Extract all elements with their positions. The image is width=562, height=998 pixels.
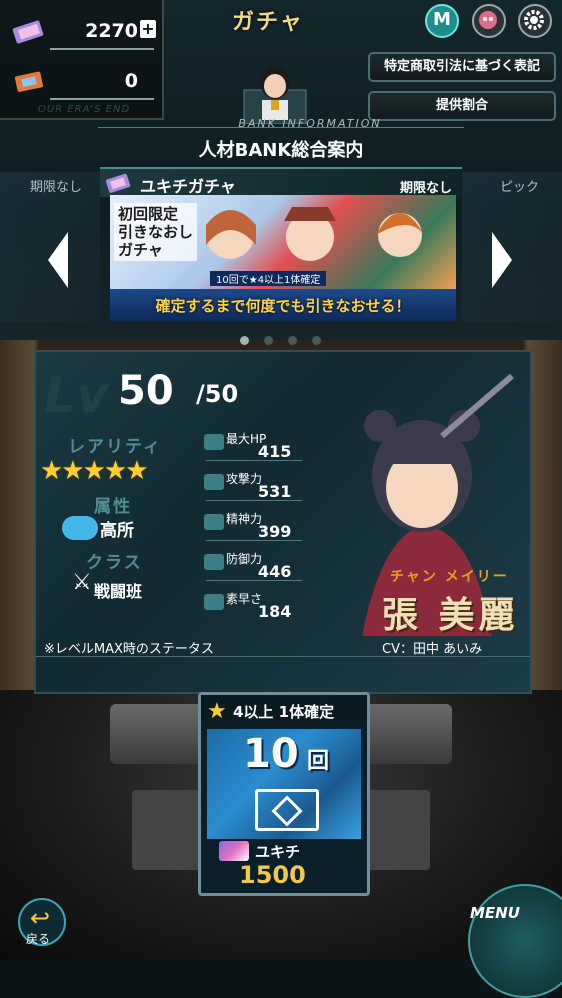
gacha-banner[interactable]: ユキチガチャ 期限なし 初回限定 引きなおし ガチャ 10回で★4以上1体確定 … xyxy=(100,167,462,325)
class-label: クラス xyxy=(86,553,143,573)
cloud-icon xyxy=(62,516,98,540)
stat-value: 399 xyxy=(258,522,292,541)
currency-footer: OUR ERA'S END xyxy=(38,104,131,115)
yukichi-gem-icon xyxy=(219,841,249,861)
stat-value: 415 xyxy=(258,442,292,461)
paid-gem-icon xyxy=(12,20,44,44)
carousel-prev-arrow-icon[interactable] xyxy=(48,232,68,288)
banner-limit: 期限なし xyxy=(399,181,452,196)
stat-label: 防御力 xyxy=(226,552,263,566)
back-label: 戻る xyxy=(26,932,51,946)
ticket-row: 0 xyxy=(6,62,158,102)
rarity-label: レアリティ xyxy=(68,437,162,457)
page-title: ガチャ xyxy=(232,10,304,35)
divider xyxy=(206,540,302,541)
ticket-icon xyxy=(14,71,43,92)
defense-icon xyxy=(204,554,224,570)
legal-notice-button[interactable]: 特定商取引法に基づく表記 xyxy=(368,52,556,82)
page-dot-active[interactable] xyxy=(240,336,249,345)
stat-value: 184 xyxy=(258,602,292,621)
divider xyxy=(50,98,154,100)
ticket-value: 0 xyxy=(124,70,138,92)
divider xyxy=(206,460,302,461)
stat-value: 531 xyxy=(258,482,292,501)
stat-label: 精神力 xyxy=(226,512,263,526)
divider xyxy=(206,580,302,581)
next-banner-tab: ピック xyxy=(500,180,540,195)
promo-line: ガチャ xyxy=(118,241,163,259)
voice-actor: CV：田中 あいみ xyxy=(382,642,483,657)
price-currency: ユキチ xyxy=(255,843,301,861)
stat-value: 446 xyxy=(258,562,292,581)
draw-10-button[interactable]: ★ 4以上 1体確定 10 回 ユキチ 1500 xyxy=(198,692,370,896)
carousel-pagination xyxy=(240,336,326,346)
banner-promo-text: 初回限定 引きなおし ガチャ xyxy=(114,203,198,261)
class-value: 戦闘班 xyxy=(94,582,143,601)
draw-count: 10 xyxy=(243,731,299,777)
gear-icon[interactable] xyxy=(518,4,552,38)
page-dot[interactable] xyxy=(264,336,273,345)
ticket-icon xyxy=(255,789,319,831)
price-value: 1500 xyxy=(239,861,306,889)
banner-guarantee-text: 10回で★4以上1体確定 xyxy=(210,271,327,286)
divider xyxy=(50,48,154,50)
receptionist-avatar xyxy=(243,65,307,124)
back-arrow-icon: ↩ xyxy=(30,904,51,932)
level-label: Lv xyxy=(44,366,109,424)
draw-button-body: 10 回 xyxy=(207,729,361,839)
speed-icon xyxy=(204,594,224,610)
m-button[interactable]: M xyxy=(425,4,459,38)
guarantee-text: 4以上 1体確定 xyxy=(233,703,335,721)
stat-label: 攻撃力 xyxy=(226,472,263,486)
attribute-value: 高所 xyxy=(100,521,134,541)
spirit-icon xyxy=(204,514,224,530)
carousel-next-arrow-icon[interactable] xyxy=(492,232,512,288)
promo-line: 初回限定 xyxy=(118,205,179,223)
draw-button-header: ★ 4以上 1体確定 xyxy=(201,695,367,727)
attack-icon xyxy=(204,474,224,490)
prev-banner-limit: 期限なし xyxy=(30,180,83,195)
character-status-panel: Lv 50 /50 レアリティ ★★★★★ 属性 高所 クラス ⚔ 戦闘班 最大… xyxy=(34,350,532,694)
bank-title: 人材BANK総合案内 xyxy=(198,140,364,161)
sword-icon: ⚔ xyxy=(72,570,92,595)
page-dot[interactable] xyxy=(312,336,321,345)
hp-icon xyxy=(204,434,224,450)
rarity-stars: ★★★★★ xyxy=(40,456,149,486)
character-name: 張 美麗 xyxy=(382,595,519,636)
stat-label: 素早さ xyxy=(226,592,263,606)
star-icon: ★ xyxy=(207,699,227,724)
banner-caption: 確定するまで何度でも引きなおせる！ xyxy=(110,289,456,321)
status-note: ※レベルMAX時のステータス xyxy=(44,642,214,657)
paid-currency-value: 2270 xyxy=(85,20,138,42)
currency-panel: 2270 + 0 OUR ERA'S END xyxy=(0,0,164,120)
paid-currency-row: 2270 + xyxy=(6,12,158,52)
yukichi-gem-icon xyxy=(105,173,131,193)
bank-info-label: BANK INFORMATION xyxy=(238,117,382,130)
friend-icon[interactable] xyxy=(472,4,506,38)
banner-name: ユキチガチャ xyxy=(140,177,236,196)
banner-caption-text: 確定するまで何度でも引きなおせる！ xyxy=(155,297,411,315)
character-kana: チャン メイリー xyxy=(390,569,509,585)
draw-unit: 回 xyxy=(307,749,330,774)
level-value: 50 xyxy=(118,368,174,414)
attribute-label: 属性 xyxy=(94,497,132,517)
add-currency-button[interactable]: + xyxy=(140,20,156,38)
divider xyxy=(206,500,302,501)
page-dot[interactable] xyxy=(288,336,297,345)
level-max: /50 xyxy=(196,380,239,408)
menu-label: MENU xyxy=(470,904,520,922)
promo-line: 引きなおし xyxy=(118,223,194,241)
banner-header: ユキチガチャ 期限なし xyxy=(100,167,462,197)
